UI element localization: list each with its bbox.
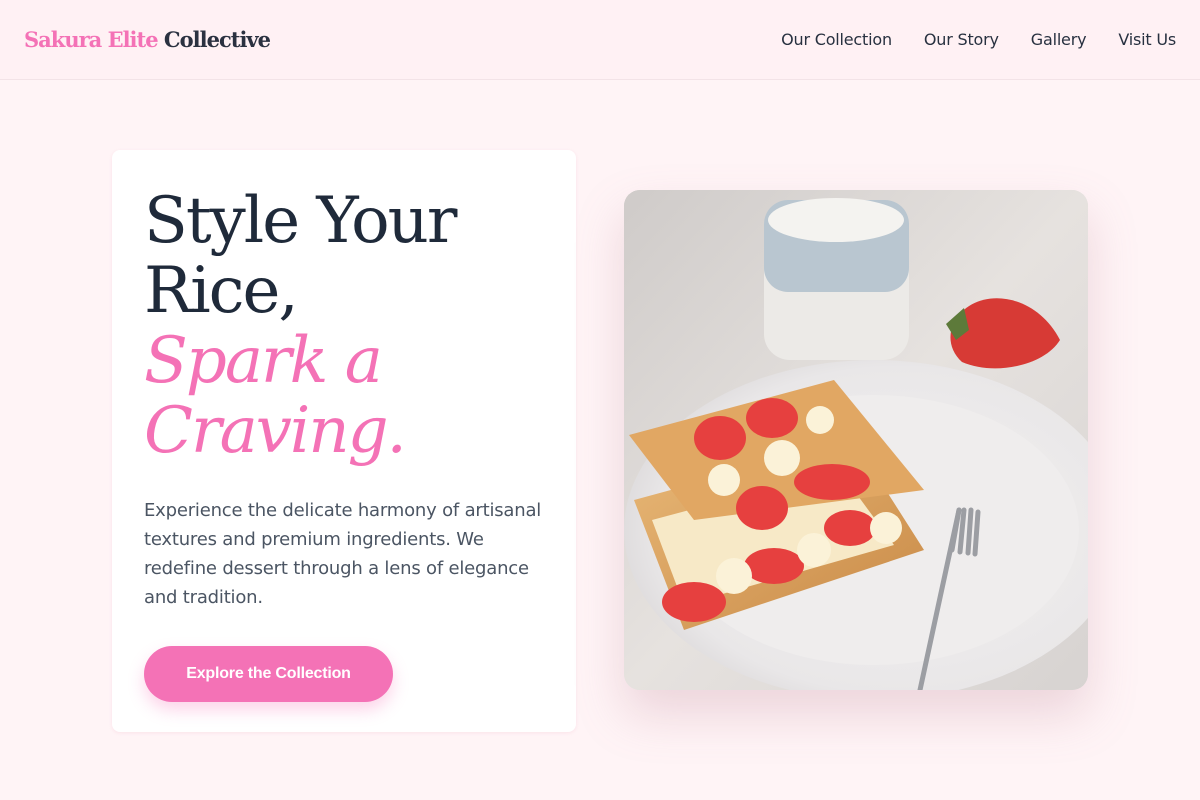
headline-accent-line-1: Spark a bbox=[144, 324, 383, 398]
nav-our-collection[interactable]: Our Collection bbox=[781, 30, 892, 49]
hero-headline: Style Your Rice, Spark a Craving. bbox=[144, 186, 544, 466]
headline-line-2: Rice, bbox=[144, 254, 299, 328]
hero-card: Style Your Rice, Spark a Craving. Experi… bbox=[112, 150, 576, 732]
nav-visit-us[interactable]: Visit Us bbox=[1118, 30, 1176, 49]
site-header: Sakura Elite Collective Our Collection O… bbox=[0, 0, 1200, 80]
brand-name-rest: Collective bbox=[163, 27, 271, 52]
brand-name-accent: Sakura Elite bbox=[24, 27, 159, 52]
dessert-illustration bbox=[624, 190, 1088, 690]
milk-jug bbox=[764, 198, 909, 360]
hero-dessert-image bbox=[624, 190, 1088, 690]
explore-collection-button[interactable]: Explore the Collection bbox=[144, 646, 393, 702]
nav-gallery[interactable]: Gallery bbox=[1031, 30, 1087, 49]
nav-our-story[interactable]: Our Story bbox=[924, 30, 999, 49]
hero-description: Experience the delicate harmony of artis… bbox=[144, 500, 542, 608]
headline-line-1: Style Your bbox=[144, 184, 457, 258]
brand-logo[interactable]: Sakura Elite Collective bbox=[24, 27, 271, 52]
headline-accent-line-2: Craving. bbox=[144, 394, 407, 468]
main-nav: Our Collection Our Story Gallery Visit U… bbox=[781, 30, 1176, 49]
